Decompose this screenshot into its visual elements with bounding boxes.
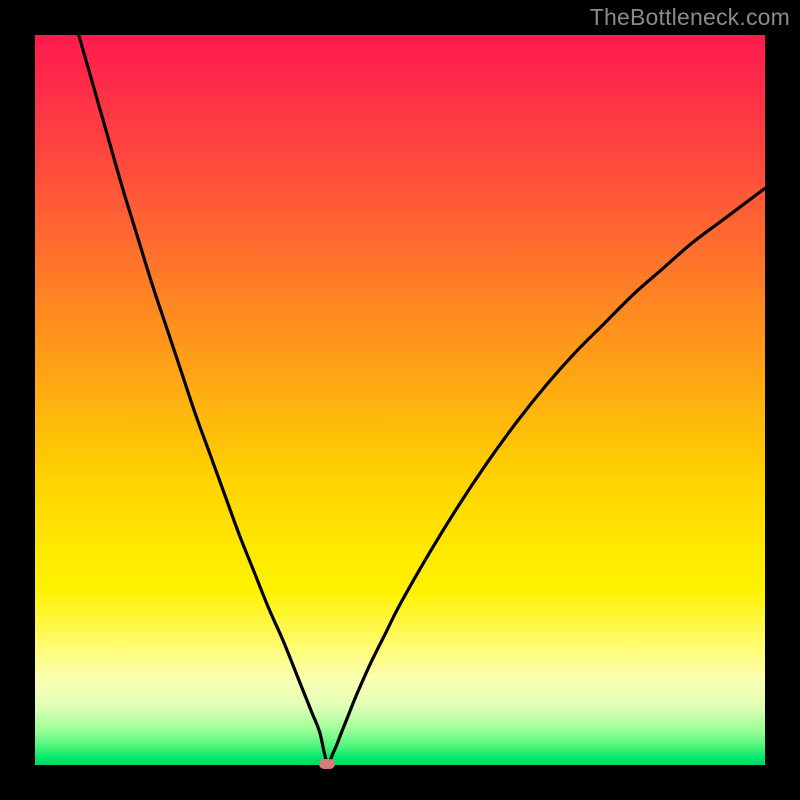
watermark-text: TheBottleneck.com <box>590 4 790 31</box>
chart-frame: TheBottleneck.com <box>0 0 800 800</box>
plot-area <box>35 35 765 765</box>
bottleneck-curve <box>35 35 765 765</box>
min-marker <box>319 759 335 769</box>
